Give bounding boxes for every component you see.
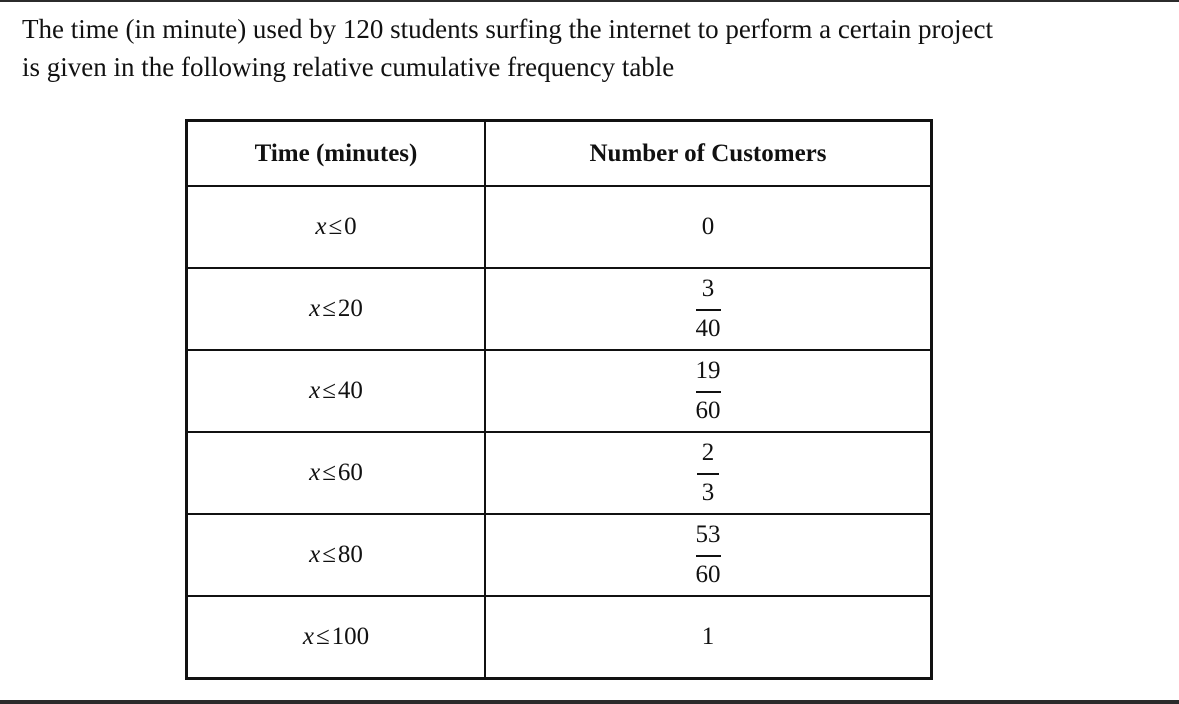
bound: 0 xyxy=(344,213,357,240)
table-row: x≤20 3 40 xyxy=(185,267,933,351)
variable: x xyxy=(309,459,321,486)
fraction: 23 xyxy=(697,439,719,507)
numerator: 3 xyxy=(701,275,715,302)
denominator: 40 xyxy=(695,315,721,342)
table-row: x≤40 19 60 xyxy=(185,349,933,433)
numerator: 2 xyxy=(701,439,715,466)
table-row: x≤60 2 3 xyxy=(185,431,933,515)
cumulative-frequency-table: Time (minutes) Number of Customers x≤0 0 x… xyxy=(185,119,933,680)
question-line-2: is given in the following relative cumul… xyxy=(22,52,675,82)
header-number-of-customers: Number of Customers xyxy=(484,119,933,187)
denominator: 60 xyxy=(695,397,721,424)
variable: x xyxy=(309,541,321,568)
bound: 20 xyxy=(337,295,363,322)
operator: ≤ xyxy=(322,295,336,322)
frequency-cell: 1 xyxy=(484,595,933,680)
numerator: 19 xyxy=(695,357,721,384)
operator: ≤ xyxy=(322,459,336,486)
whole-value: 1 xyxy=(701,623,715,650)
time-cell: x≤80 xyxy=(185,513,486,597)
fraction: 19 60 xyxy=(695,357,721,425)
variable: x xyxy=(302,623,314,650)
time-cell: x≤100 xyxy=(185,595,486,680)
fraction: 3 40 xyxy=(695,275,721,343)
frequency-cell: 19 60 xyxy=(484,349,933,433)
operator: ≤ xyxy=(322,377,336,404)
frequency-cell: 23 xyxy=(484,431,933,515)
denominator: 60 xyxy=(695,561,721,588)
operator: ≤ xyxy=(322,541,336,568)
time-cell: x≤40 xyxy=(185,349,486,433)
frequency-cell: 3 40 xyxy=(484,267,933,351)
header-time: Time (minutes) xyxy=(185,119,486,187)
time-cell: x≤20 xyxy=(185,267,486,351)
fraction-bar xyxy=(695,391,721,393)
numerator: 53 xyxy=(695,521,721,548)
table-body: x≤0 0 x≤20 3 40 x≤40 19 60 x≤60 2 3 x≤80 53 60 x≤100 1 xyxy=(185,185,933,680)
bottom-border-rule xyxy=(0,700,1179,704)
variable: x xyxy=(309,377,321,404)
table-row: x≤80 53 60 xyxy=(185,513,933,597)
question-line-1: The time (in minute) used by 120 student… xyxy=(22,14,993,44)
time-cell: x≤60 xyxy=(185,431,486,515)
operator: ≤ xyxy=(315,623,330,650)
operator: ≤ xyxy=(328,213,343,240)
time-cell: x≤0 xyxy=(185,185,486,269)
top-border-rule xyxy=(0,0,1179,2)
whole-value: 0 xyxy=(701,213,715,240)
fraction-bar xyxy=(697,473,719,475)
bound: 60 xyxy=(337,459,363,486)
denominator: 3 xyxy=(701,479,715,506)
bound: 80 xyxy=(337,541,363,568)
table-header-row: Time (minutes) Number of Customers xyxy=(185,119,933,187)
table-row: x≤100 1 xyxy=(185,595,933,680)
question-text: The time (in minute) used by 120 student… xyxy=(22,10,1172,86)
variable: x xyxy=(309,295,321,322)
frequency-cell: 0 xyxy=(484,185,933,269)
bound: 100 xyxy=(331,623,370,650)
frequency-cell: 53 60 xyxy=(484,513,933,597)
table-row: x≤0 0 xyxy=(185,185,933,269)
fraction: 53 60 xyxy=(695,521,721,589)
bound: 40 xyxy=(337,377,363,404)
fraction-bar xyxy=(695,555,721,557)
variable: x xyxy=(315,213,327,240)
fraction-bar xyxy=(695,309,721,311)
